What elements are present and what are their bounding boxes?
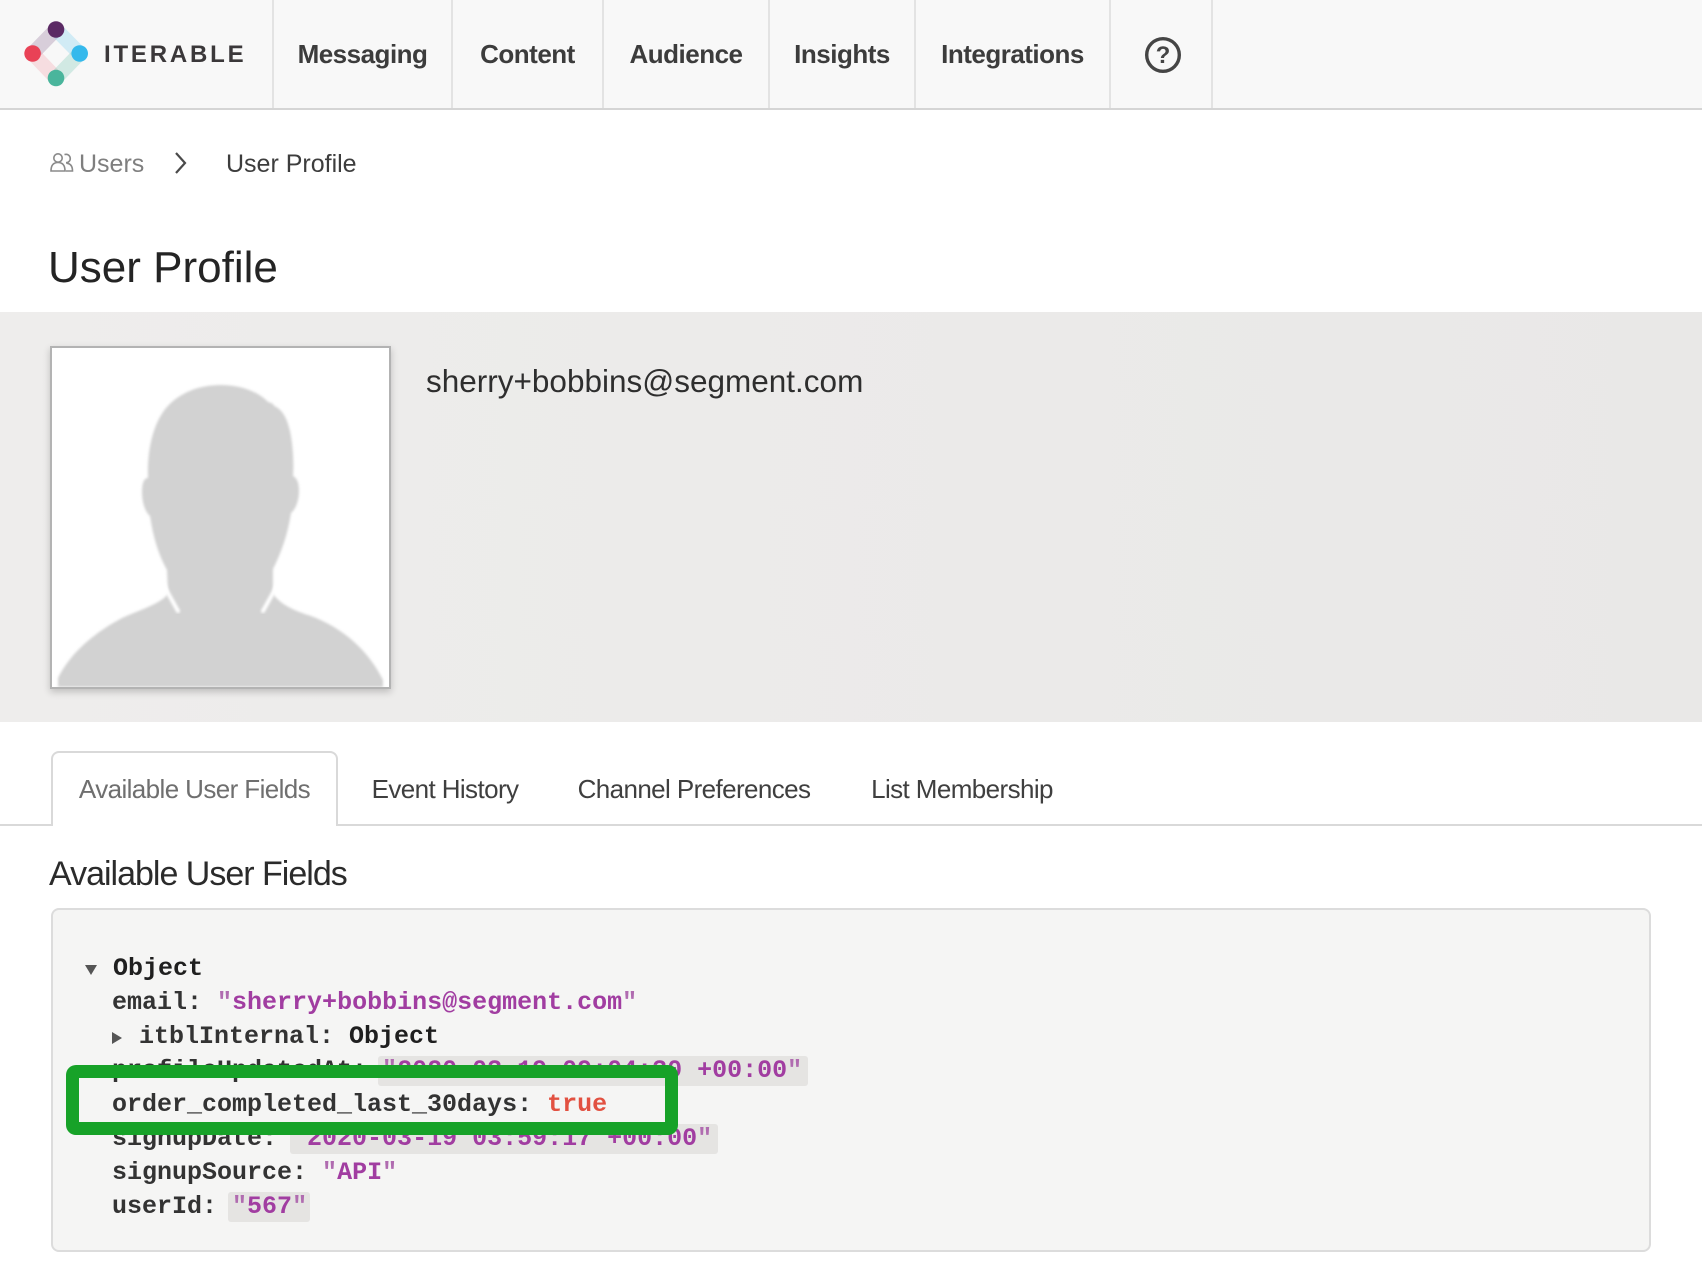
- svg-text:ITERABLE: ITERABLE: [104, 41, 246, 68]
- svg-text:?: ?: [1156, 42, 1171, 69]
